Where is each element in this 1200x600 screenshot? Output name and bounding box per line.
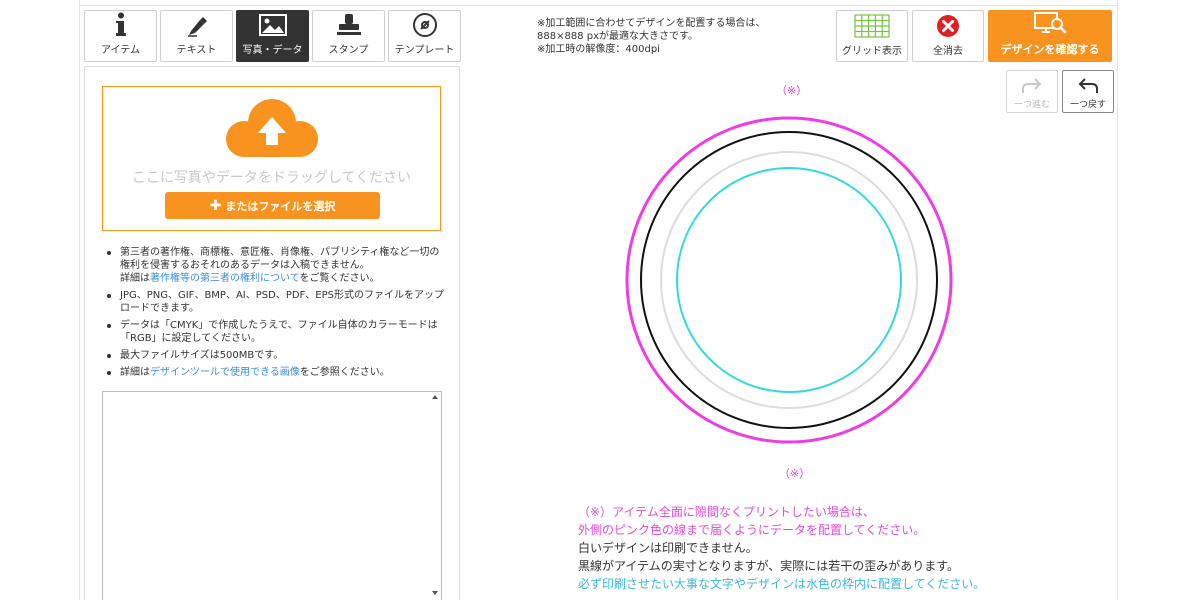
cloud-upload-icon <box>220 97 324 167</box>
drop-instruction: ここに写真やデータをドラッグしてください <box>131 170 412 186</box>
usable-images-link[interactable]: デザインツールで使用できる画像 <box>150 367 300 378</box>
distortion-ring <box>660 151 918 409</box>
select-file-label: またはファイルを選択 <box>225 199 336 213</box>
grid-icon <box>854 14 890 38</box>
design-canvas[interactable] <box>620 100 980 460</box>
file-list-box[interactable] <box>102 391 442 600</box>
undo-arrow-icon <box>1078 78 1098 93</box>
clear-all-label: 全消去 <box>933 46 963 57</box>
guideline-cyan: 必ず印刷させたい大事な文字やデザインは水色の枠内に配置してください。 <box>578 577 986 591</box>
confirm-design-button[interactable]: デザインを確認する <box>988 10 1112 62</box>
note-copyright-text: 第三者の著作権、商標権、意匠権、肖像権、パブリシティ権など一切の権利を侵害するお… <box>120 247 440 271</box>
redo-button[interactable]: 一つ進む <box>1006 70 1058 113</box>
confirm-design-label: デザインを確認する <box>1000 43 1100 56</box>
scroll-down-arrow[interactable] <box>432 591 438 595</box>
processing-info: ※加工範囲に合わせてデザインを配置する場合は、 888×888 pxが最適な大き… <box>537 17 765 56</box>
tab-item-label: アイテム <box>101 45 140 56</box>
pen-icon <box>185 12 209 38</box>
note-details: 詳細はデザインツールで使用できる画像をご参照ください。 <box>102 366 447 379</box>
tab-stamp-label: スタンプ <box>328 45 369 56</box>
tool-tabs: アイテム テキスト 写真・データ スタンプ テンプレート <box>84 10 461 62</box>
top-divider <box>79 5 1118 6</box>
disc-icon <box>412 12 438 38</box>
close-circle-icon <box>937 15 959 37</box>
guideline-black-line: 黒線がアイテムの実寸となりますが、実際には若干の歪みがあります。 <box>578 559 960 573</box>
note-formats: JPG、PNG、GIF、BMP、AI、PSD、PDF、EPS形式のファイルをアッ… <box>102 289 447 315</box>
monitor-search-icon <box>1034 12 1067 34</box>
item-actual-size-ring <box>640 131 938 429</box>
stamp-icon <box>336 12 362 38</box>
note-filesize-text: 最大ファイルサイズは500MBです。 <box>120 350 284 361</box>
clear-all-button[interactable]: 全消去 <box>912 10 984 62</box>
print-guidelines: （※）アイテム全面に隙間なくプリントしたい場合は、 外側のピンク色の線まで届くよ… <box>578 503 985 593</box>
info-icon <box>114 12 128 38</box>
scroll-up-arrow[interactable] <box>432 395 438 399</box>
tab-text-label: テキスト <box>176 45 217 56</box>
redo-label: 一つ進む <box>1013 100 1050 110</box>
full-print-boundary-ring <box>625 116 953 444</box>
note-copyright-prefix: 詳細は <box>120 273 150 284</box>
note-copyright: 第三者の著作権、商標権、意匠権、肖像権、パブリシティ権など一切の権利を侵害するお… <box>102 246 447 285</box>
info-line-2: 888×888 pxが最適な大きさです。 <box>537 31 698 42</box>
tab-text[interactable]: テキスト <box>160 10 233 62</box>
undo-button[interactable]: 一つ戻す <box>1062 70 1114 113</box>
plus-icon: ✚ <box>209 197 222 214</box>
note-colormode: データは「CMYK」で作成したうえで、ファイル自体のカラーモードは「RGB」に設… <box>102 319 447 345</box>
guideline-pink-2: 外側のピンク色の線まで届くようにデータを配置してください。 <box>578 523 926 537</box>
safe-area-ring <box>676 167 902 393</box>
grid-label: グリッド表示 <box>842 46 902 57</box>
note-colormode-text: データは「CMYK」で作成したうえで、ファイル自体のカラーモードは「RGB」に設… <box>120 320 438 344</box>
tab-item[interactable]: アイテム <box>84 10 157 62</box>
note-filesize: 最大ファイルサイズは500MBです。 <box>102 349 447 362</box>
tab-photo-data-label: 写真・データ <box>242 45 303 56</box>
canvas-mark-bottom: （※） <box>779 467 811 480</box>
guideline-white: 白いデザインは印刷できません。 <box>578 541 758 555</box>
upload-notes: 第三者の著作権、商標権、意匠権、肖像権、パブリシティ権など一切の権利を侵害するお… <box>102 246 447 383</box>
info-line-3: ※加工時の解像度：400dpi <box>537 44 660 55</box>
info-line-1: ※加工範囲に合わせてデザインを配置する場合は、 <box>537 18 766 29</box>
tab-stamp[interactable]: スタンプ <box>312 10 385 62</box>
select-file-button[interactable]: ✚ またはファイルを選択 <box>165 192 380 219</box>
canvas-mark-top: （※） <box>776 84 808 97</box>
upload-dropzone[interactable]: ここに写真やデータをドラッグしてください ✚ またはファイルを選択 <box>102 86 441 231</box>
tab-photo-data[interactable]: 写真・データ <box>236 10 309 62</box>
note-formats-text: JPG、PNG、GIF、BMP、AI、PSD、PDF、EPS形式のファイルをアッ… <box>120 290 445 314</box>
tab-template[interactable]: テンプレート <box>388 10 461 62</box>
undo-label: 一つ戻す <box>1069 100 1106 110</box>
image-icon <box>258 12 287 38</box>
copyright-link[interactable]: 著作権等の第三者の権利について <box>150 273 300 284</box>
note-details-suffix: をご参照ください。 <box>299 367 390 378</box>
redo-arrow-icon <box>1022 78 1042 93</box>
guideline-pink-1: （※）アイテム全面に隙間なくプリントしたい場合は、 <box>578 505 875 519</box>
note-details-prefix: 詳細は <box>120 367 150 378</box>
note-copyright-suffix: をご覧ください。 <box>299 273 380 284</box>
grid-toggle-button[interactable]: グリッド表示 <box>836 10 908 62</box>
tab-template-label: テンプレート <box>394 45 455 56</box>
